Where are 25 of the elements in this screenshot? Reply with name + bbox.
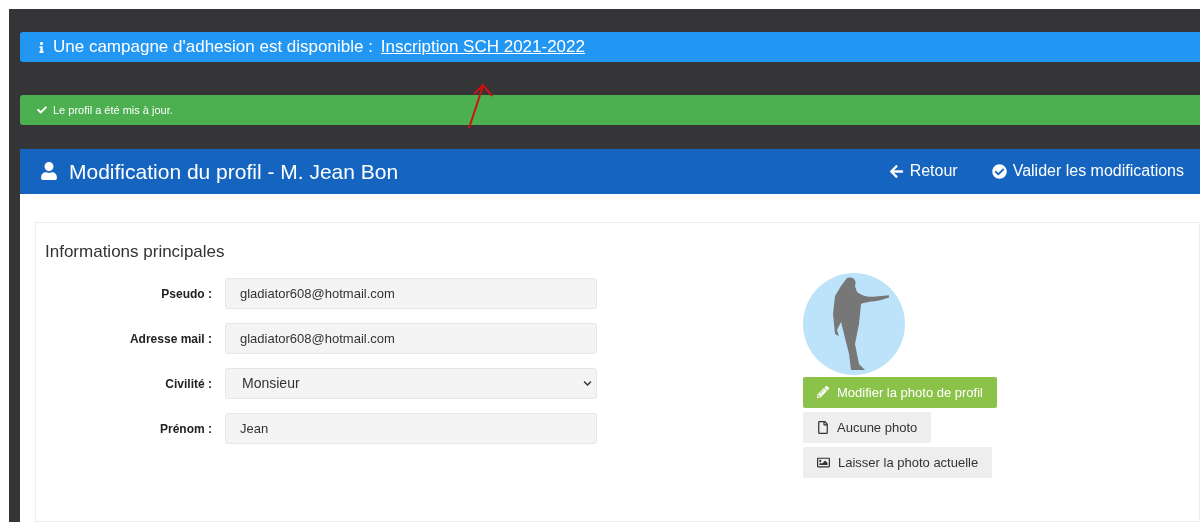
user-icon <box>40 162 58 181</box>
text-field[interactable]: Jean <box>225 413 597 445</box>
back-link[interactable]: Retour <box>888 159 958 184</box>
page-title: Modification du profil - M. Jean Bon <box>69 158 399 185</box>
file-icon <box>817 421 829 434</box>
no-photo-button[interactable]: Aucune photo <box>803 412 932 443</box>
pencil-icon <box>817 386 829 399</box>
chevron-down-icon <box>583 379 592 389</box>
annotation-arrow <box>466 82 494 130</box>
info-icon <box>38 41 45 53</box>
check-icon <box>37 104 47 115</box>
field-label: Prénom : <box>159 421 213 438</box>
select-field[interactable]: Monsieur <box>225 368 597 400</box>
validate-link[interactable]: Valider les modifications <box>991 159 1184 184</box>
field-label: Adresse mail : <box>128 331 213 348</box>
keep-photo-button[interactable]: Laisser la photo actuelle <box>803 447 993 478</box>
banner-text: Une campagne d'adhesion est disponible : <box>53 36 373 59</box>
text-field[interactable]: gladiator608@hotmail.com <box>225 323 597 355</box>
section-title: Informations principales <box>45 241 226 263</box>
field-label: Civilité : <box>164 376 213 393</box>
image-icon <box>817 456 830 469</box>
arrow-left-icon <box>888 163 904 179</box>
text-field[interactable]: gladiator608@hotmail.com <box>225 278 597 310</box>
success-message: Le profil a été mis à jour. <box>53 102 173 118</box>
field-label: Pseudo : <box>160 286 213 303</box>
